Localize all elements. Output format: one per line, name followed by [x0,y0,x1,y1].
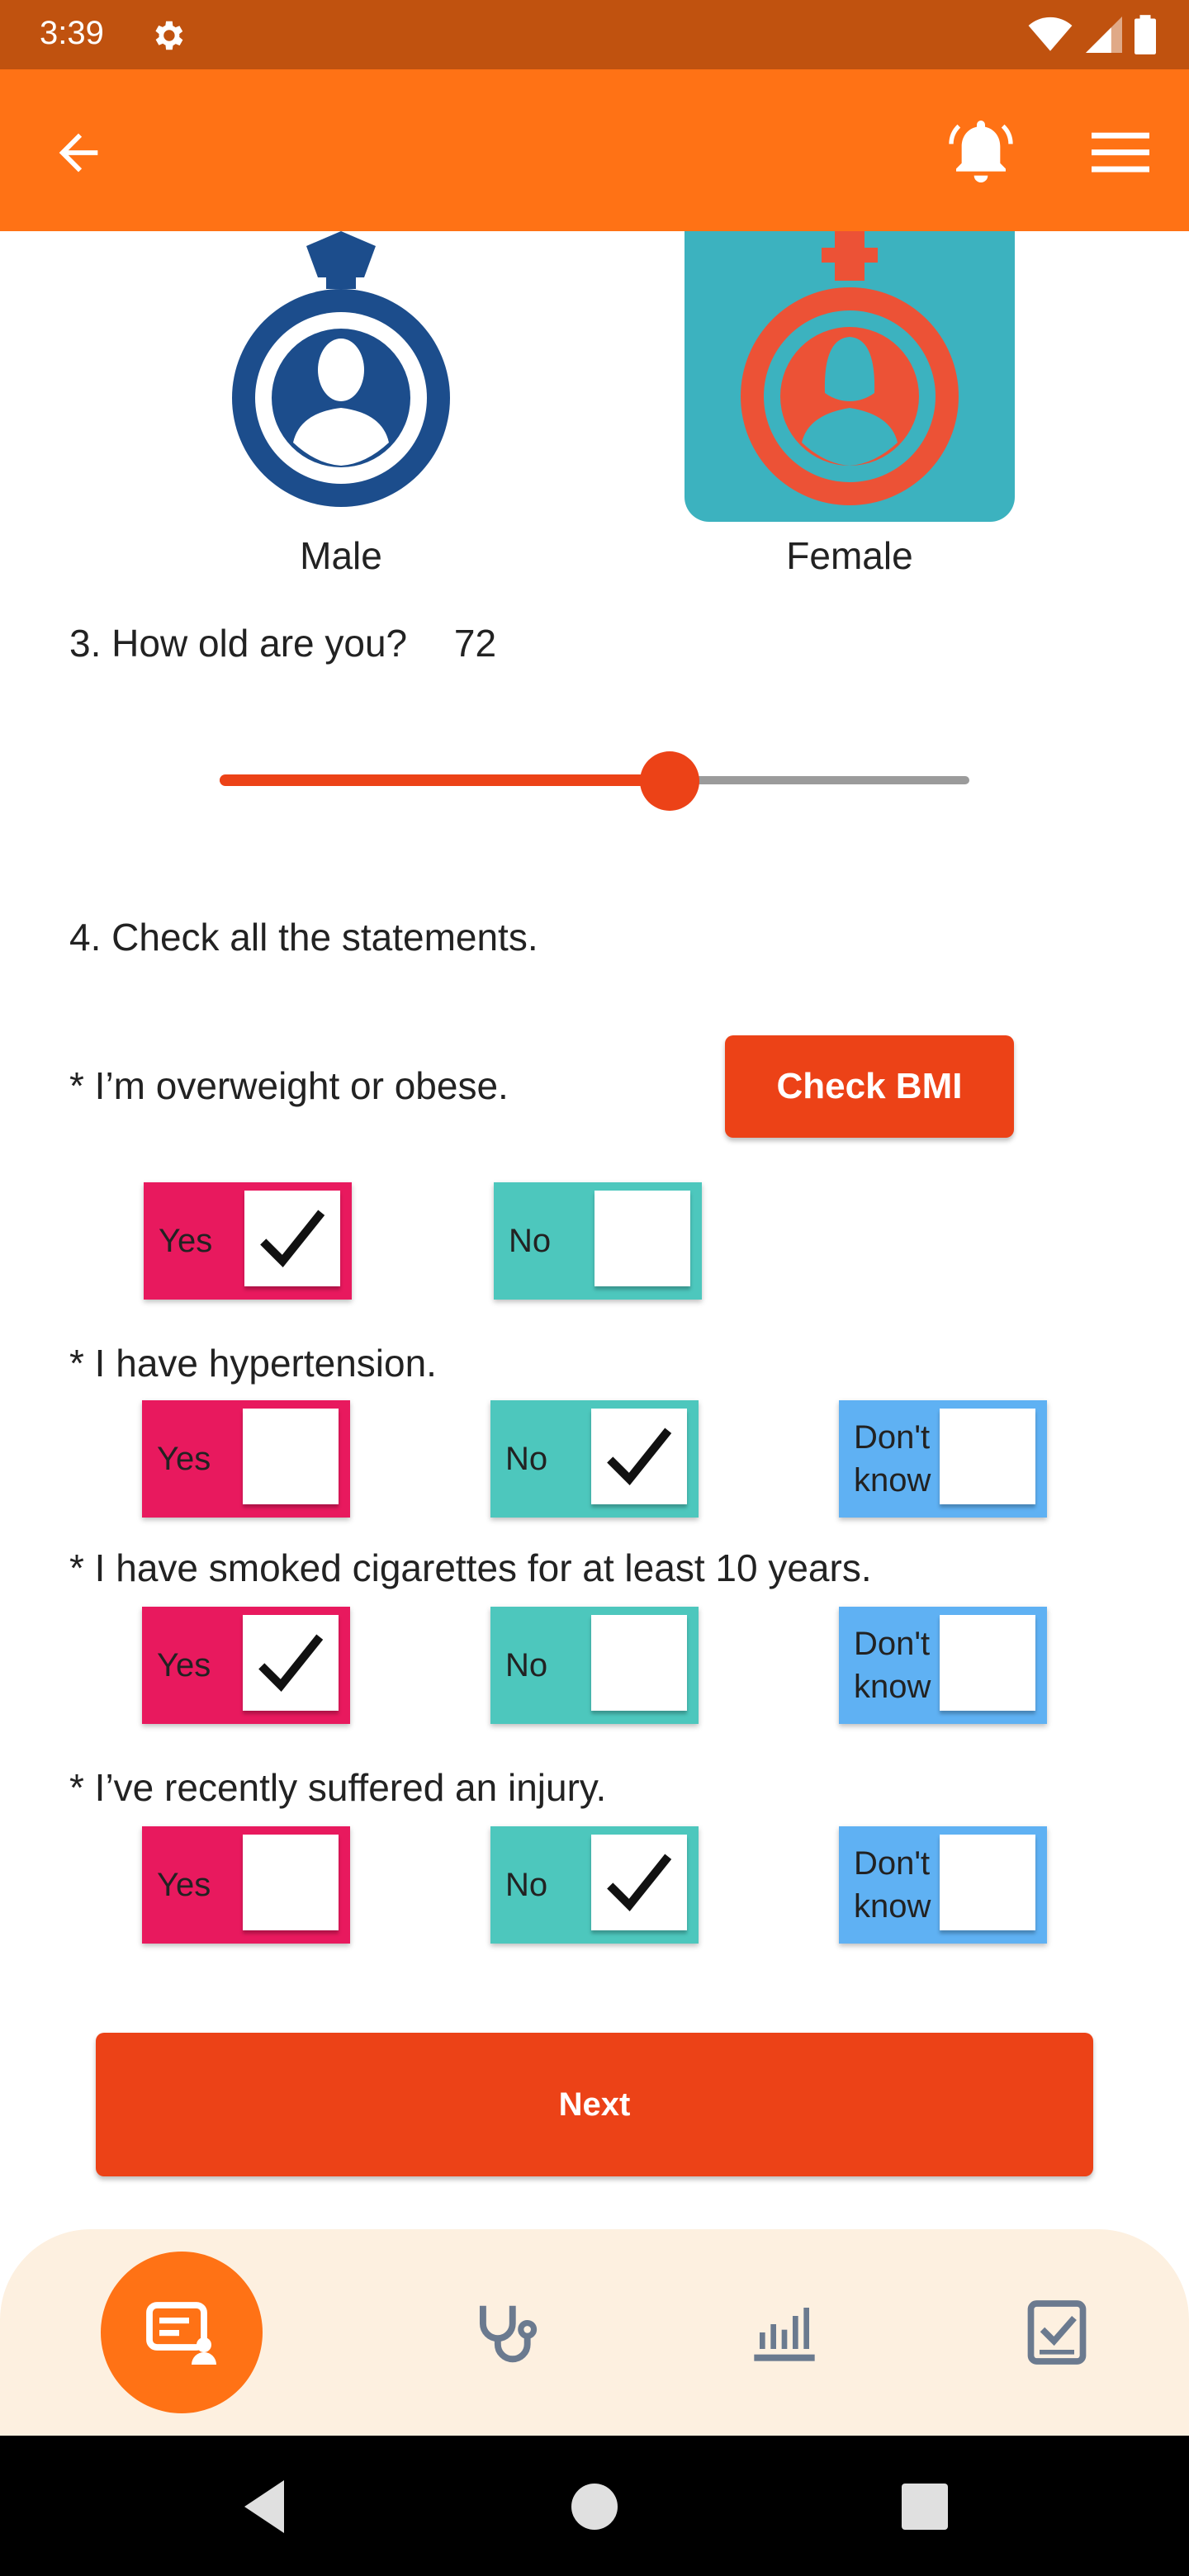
no-label: No [509,1223,552,1259]
bottom-navigation [0,2229,1189,2436]
checkbox[interactable] [243,1835,339,1930]
checkbox[interactable] [940,1409,1035,1504]
app-bar [0,69,1189,231]
age-slider[interactable] [220,751,969,811]
checkbox[interactable] [243,1409,339,1504]
next-button[interactable]: Next [96,2033,1093,2176]
overweight-yes-option[interactable]: Yes [144,1182,352,1300]
dont-know-line1: Don't [854,1419,931,1456]
no-label: No [505,1647,548,1683]
female-label: Female [786,534,913,577]
alarm-bell-icon[interactable] [948,112,1014,187]
age-question-label: 3. How old are you? [69,622,408,665]
gender-option-male[interactable]: Male [172,231,510,578]
system-recents-icon[interactable] [892,2474,958,2540]
hamburger-menu-icon[interactable] [1092,127,1149,177]
dont-know-label: Don't know [839,1842,931,1928]
yes-label: Yes [157,1867,211,1903]
injury-yes-option[interactable]: Yes [142,1826,350,1944]
checklist-icon [1027,2300,1087,2365]
checkbox[interactable] [591,1615,687,1711]
male-symbol-icon [232,231,450,507]
hypertension-yes-option[interactable]: Yes [142,1400,350,1518]
checkbox[interactable] [244,1191,340,1286]
dont-know-label: Don't know [839,1622,931,1708]
age-value: 72 [453,622,497,665]
smoked-no-option[interactable]: No [490,1607,699,1724]
system-home-icon[interactable] [561,2474,628,2540]
male-tile[interactable] [176,231,506,522]
dont-know-line2: know [854,1669,931,1705]
check-bmi-button[interactable]: Check BMI [725,1035,1014,1138]
age-slider-thumb[interactable] [639,751,699,811]
injury-no-option[interactable]: No [490,1826,699,1944]
settings-gear-icon [155,21,183,50]
checkbox[interactable] [591,1835,687,1930]
dont-know-line2: know [854,1462,931,1499]
cell-signal-icon [1086,17,1122,53]
status-bar: 3:39 [0,0,1189,69]
checkmark-icon [258,1634,324,1693]
checkbox[interactable] [940,1835,1035,1930]
checkbox[interactable] [940,1615,1035,1711]
stethoscope-icon [479,2305,538,2363]
female-tile-selected[interactable] [685,231,1015,522]
dont-know-line1: Don't [854,1626,931,1662]
battery-icon [1135,15,1156,54]
age-question: 3. How old are you? 72 [69,621,496,665]
smoked-yes-option[interactable]: Yes [142,1607,350,1724]
age-slider-fill [220,774,670,786]
wifi-icon [1028,17,1073,51]
checkbox[interactable] [243,1615,339,1711]
nav-questionnaire[interactable] [101,2229,263,2436]
checkbox[interactable] [594,1191,690,1286]
nav-chart[interactable] [727,2229,842,2436]
dont-know-line2: know [854,1888,931,1925]
statement-overweight: * I’m overweight or obese. [69,1064,509,1107]
statement-injury: * I’ve recently suffered an injury. [69,1766,607,1809]
nav-active-indicator [101,2252,263,2413]
hypertension-no-option[interactable]: No [490,1400,699,1518]
statements-title: 4. Check all the statements. [69,916,538,959]
statement-hypertension: * I have hypertension. [69,1342,437,1385]
no-label: No [505,1867,548,1903]
checkmark-icon [607,1428,672,1486]
gender-option-female[interactable]: Female [680,231,1019,578]
smoked-dont-know-option[interactable]: Don't know [839,1607,1047,1724]
dont-know-line1: Don't [854,1845,931,1882]
injury-dont-know-option[interactable]: Don't know [839,1826,1047,1944]
overweight-no-option[interactable]: No [494,1182,702,1300]
yes-label: Yes [157,1647,211,1683]
back-arrow-icon[interactable] [50,124,107,182]
system-icons [1027,15,1156,54]
no-label: No [505,1441,548,1477]
status-time: 3:39 [40,15,104,51]
chart-icon [754,2308,815,2361]
male-label: Male [300,534,382,577]
checkmark-icon [260,1210,325,1268]
female-symbol-icon [741,231,959,505]
nav-stethoscope[interactable] [446,2229,561,2436]
checkbox[interactable] [591,1409,687,1504]
system-back-icon[interactable] [231,2474,297,2540]
system-navigation-bar [0,2436,1189,2576]
hypertension-dont-know-option[interactable]: Don't know [839,1400,1047,1518]
nav-checklist[interactable] [999,2229,1115,2436]
questionnaire-icon [146,2302,216,2365]
checkmark-icon [607,1854,672,1912]
dont-know-label: Don't know [839,1416,931,1502]
yes-label: Yes [157,1441,211,1477]
yes-label: Yes [159,1223,213,1259]
statement-smoked: * I have smoked cigarettes for at least … [69,1546,872,1589]
